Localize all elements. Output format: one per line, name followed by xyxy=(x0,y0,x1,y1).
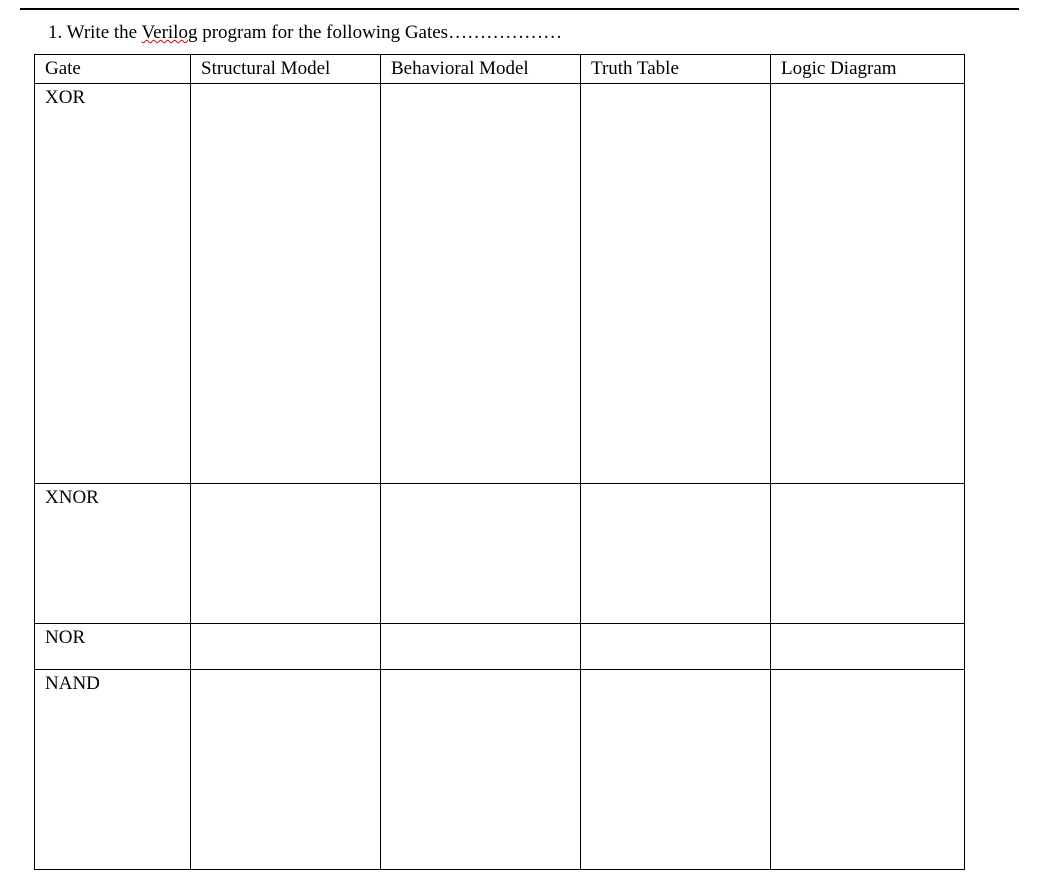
cell-behavioral xyxy=(381,624,581,670)
cell-gate: XOR xyxy=(35,84,191,484)
cell-structural xyxy=(191,624,381,670)
header-structural: Structural Model xyxy=(191,55,381,84)
cell-diagram xyxy=(771,624,965,670)
cell-truth xyxy=(581,624,771,670)
cell-truth xyxy=(581,484,771,624)
cell-structural xyxy=(191,484,381,624)
cell-diagram xyxy=(771,670,965,870)
cell-behavioral xyxy=(381,84,581,484)
cell-gate: XNOR xyxy=(35,484,191,624)
header-gate: Gate xyxy=(35,55,191,84)
page-content: 1. Write the Verilog program for the fol… xyxy=(0,10,1039,870)
cell-truth xyxy=(581,84,771,484)
cell-gate: NAND xyxy=(35,670,191,870)
header-behavioral: Behavioral Model xyxy=(381,55,581,84)
table-row: NAND xyxy=(35,670,965,870)
cell-truth xyxy=(581,670,771,870)
question-number: 1. xyxy=(48,22,62,43)
prompt-text-after: program for the following Gates……………… xyxy=(197,22,562,43)
cell-behavioral xyxy=(381,484,581,624)
table-header-row: Gate Structural Model Behavioral Model T… xyxy=(35,55,965,84)
table-row: XOR xyxy=(35,84,965,484)
spellcheck-word: Verilog xyxy=(142,22,198,43)
gates-table: Gate Structural Model Behavioral Model T… xyxy=(34,54,965,870)
table-row: XNOR xyxy=(35,484,965,624)
cell-structural xyxy=(191,84,381,484)
cell-structural xyxy=(191,670,381,870)
header-truth: Truth Table xyxy=(581,55,771,84)
cell-diagram xyxy=(771,484,965,624)
prompt-text-before: Write the xyxy=(62,22,141,43)
question-prompt: 1. Write the Verilog program for the fol… xyxy=(34,22,1005,44)
cell-gate: NOR xyxy=(35,624,191,670)
cell-behavioral xyxy=(381,670,581,870)
cell-diagram xyxy=(771,84,965,484)
table-row: NOR xyxy=(35,624,965,670)
header-diagram: Logic Diagram xyxy=(771,55,965,84)
